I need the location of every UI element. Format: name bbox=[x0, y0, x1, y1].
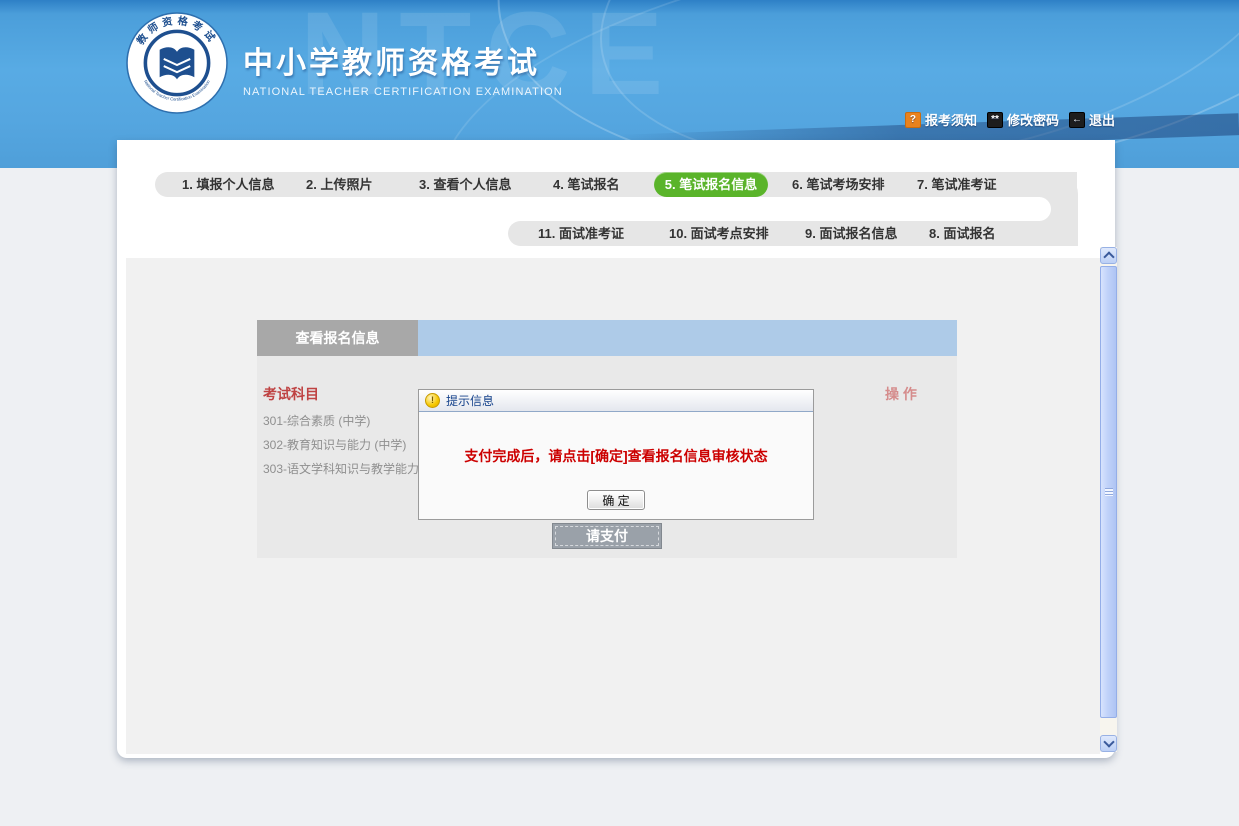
step-nav-notch bbox=[457, 197, 1051, 221]
ok-button[interactable]: 确 定 bbox=[587, 490, 645, 510]
dialog-titlebar: ! 提示信息 bbox=[419, 390, 813, 412]
change-password-link[interactable]: ** 修改密码 bbox=[987, 110, 1059, 129]
site-title: 中小学教师资格考试 bbox=[243, 38, 563, 82]
exam-notice-label: 报考须知 bbox=[925, 110, 977, 129]
step-2-upload-photo[interactable]: 2. 上传照片 bbox=[306, 172, 372, 197]
dialog-title: 提示信息 bbox=[446, 392, 494, 409]
section-tabbar: 查看报名信息 bbox=[257, 320, 957, 356]
ntce-logo-icon: 教师资格考试 National Teacher Certification Ex… bbox=[126, 12, 228, 114]
scrollbar-grip-icon bbox=[1105, 488, 1113, 496]
scroll-down-button[interactable] bbox=[1100, 735, 1117, 752]
site-subtitle: NATIONAL TEACHER CERTIFICATION EXAMINATI… bbox=[243, 86, 563, 98]
change-password-label: 修改密码 bbox=[1007, 110, 1059, 129]
logout-icon: ← bbox=[1069, 112, 1085, 128]
step-7-written-admission-ticket[interactable]: 7. 笔试准考证 bbox=[917, 172, 996, 197]
operation-header: 操 作 bbox=[885, 384, 917, 404]
step-1-fill-personal-info[interactable]: 1. 填报个人信息 bbox=[182, 172, 274, 197]
step-4-written-exam-register[interactable]: 4. 笔试报名 bbox=[553, 172, 619, 197]
step-8-interview-register[interactable]: 8. 面试报名 bbox=[929, 221, 995, 246]
logout-link[interactable]: ← 退出 bbox=[1069, 110, 1115, 129]
step-5-written-exam-info-active[interactable]: 5. 笔试报名信息 bbox=[654, 172, 768, 197]
chevron-up-icon bbox=[1103, 251, 1114, 262]
step-9-interview-info[interactable]: 9. 面试报名信息 bbox=[805, 221, 897, 246]
warning-icon: ! bbox=[425, 393, 440, 408]
help-icon: ? bbox=[905, 112, 921, 128]
brand: 中小学教师资格考试 NATIONAL TEACHER CERTIFICATION… bbox=[243, 38, 563, 98]
pay-button[interactable]: 请支付 bbox=[552, 523, 662, 549]
scrollbar-thumb[interactable] bbox=[1100, 266, 1117, 718]
subject-item-302: 302-教育知识与能力 (中学) bbox=[263, 436, 406, 453]
page: NTCE 教师资格考试 National Teacher Certificati… bbox=[0, 0, 1239, 826]
subjects-header: 考试科目 bbox=[263, 384, 319, 404]
vertical-scrollbar[interactable] bbox=[1100, 247, 1117, 752]
subject-item-301: 301-综合素质 (中学) bbox=[263, 412, 370, 429]
tab-view-registration-info[interactable]: 查看报名信息 bbox=[257, 320, 418, 356]
user-links: ? 报考须知 ** 修改密码 ← 退出 bbox=[905, 110, 1115, 129]
prompt-dialog: ! 提示信息 支付完成后，请点击[确定]查看报名信息审核状态 确 定 bbox=[418, 389, 814, 520]
exam-notice-link[interactable]: ? 报考须知 bbox=[905, 110, 977, 129]
scroll-up-button[interactable] bbox=[1100, 247, 1117, 264]
main-panel: 1. 填报个人信息 2. 上传照片 3. 查看个人信息 4. 笔试报名 5. 笔… bbox=[117, 140, 1115, 758]
step-3-view-personal-info[interactable]: 3. 查看个人信息 bbox=[419, 172, 511, 197]
dialog-message: 支付完成后，请点击[确定]查看报名信息审核状态 bbox=[419, 446, 813, 466]
step-11-interview-admission-ticket[interactable]: 11. 面试准考证 bbox=[538, 221, 624, 246]
password-icon: ** bbox=[987, 112, 1003, 128]
logout-label: 退出 bbox=[1089, 110, 1115, 129]
step-10-interview-site[interactable]: 10. 面试考点安排 bbox=[669, 221, 769, 246]
step-6-written-exam-room[interactable]: 6. 笔试考场安排 bbox=[792, 172, 884, 197]
chevron-down-icon bbox=[1103, 736, 1114, 747]
tabbar-filler bbox=[418, 320, 957, 356]
